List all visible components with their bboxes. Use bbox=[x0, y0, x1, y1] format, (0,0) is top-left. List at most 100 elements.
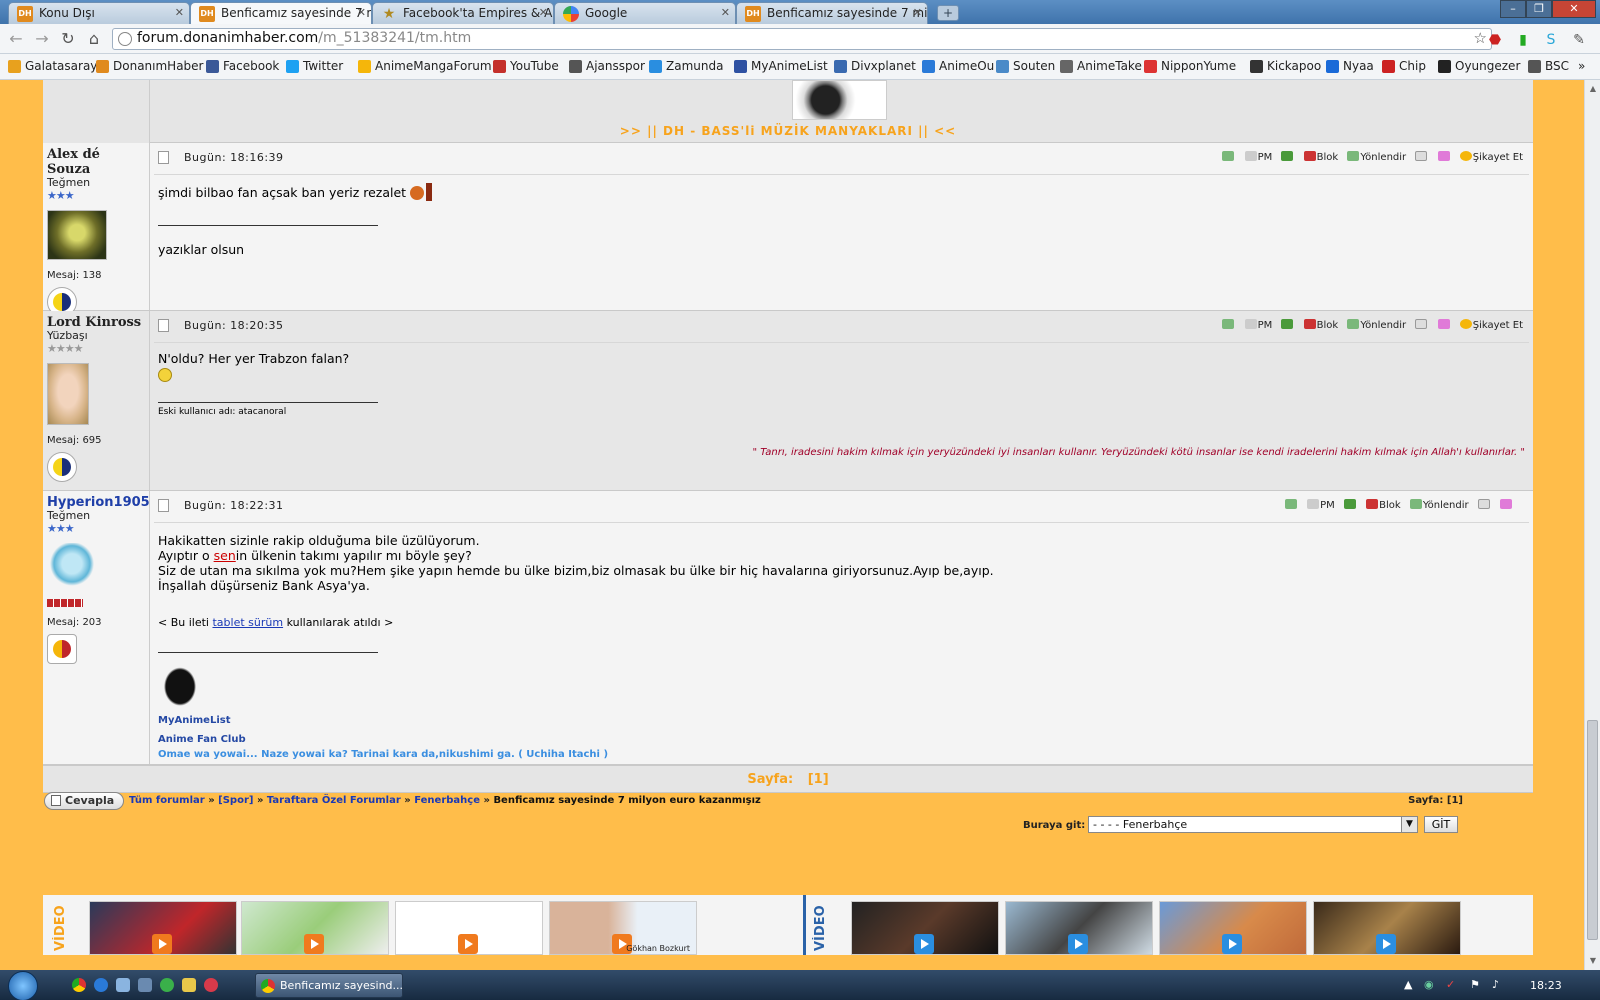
post-document-icon[interactable] bbox=[158, 319, 169, 332]
reply-button[interactable]: Cevapla bbox=[44, 792, 124, 810]
signal-bars-icon[interactable]: ▮ bbox=[1514, 31, 1532, 49]
video-thumb[interactable] bbox=[89, 901, 237, 955]
anime-fan-club-link[interactable]: Anime Fan Club bbox=[158, 732, 1525, 747]
tray-antivirus-icon[interactable]: ✓ bbox=[1446, 978, 1460, 992]
new-tab-button[interactable]: + bbox=[937, 5, 959, 21]
close-tab-icon[interactable]: ✕ bbox=[913, 6, 922, 19]
close-tab-icon[interactable]: ✕ bbox=[357, 6, 366, 19]
page-1-link[interactable]: [1] bbox=[808, 772, 829, 787]
address-bar[interactable]: forum.donanimhaber.com/m_51383241/tm.htm… bbox=[112, 28, 1492, 50]
forward-button[interactable]: Yönlendir bbox=[1347, 319, 1406, 331]
quote-icon[interactable] bbox=[1477, 499, 1491, 511]
username[interactable]: Lord Kinross bbox=[47, 315, 145, 330]
bookmark-divxplanet[interactable]: Divxplanet bbox=[834, 59, 916, 73]
close-tab-icon[interactable]: ✕ bbox=[539, 6, 548, 19]
close-window-icon[interactable]: ✕ bbox=[1552, 0, 1596, 18]
bookmarks-overflow-icon[interactable]: » bbox=[1578, 59, 1585, 73]
wrench-icon[interactable]: ✎ bbox=[1570, 31, 1588, 49]
bookmark-animeou[interactable]: AnimeOu bbox=[922, 59, 994, 73]
home-icon[interactable]: ⌂ bbox=[84, 29, 104, 49]
username[interactable]: Hyperion1905 bbox=[47, 495, 150, 510]
bookmark-ajansspor[interactable]: Ajansspor bbox=[569, 59, 645, 73]
reload-icon[interactable]: ↻ bbox=[58, 29, 78, 49]
banner-title[interactable]: >> || DH - BASS'li MÜZİK MANYAKLARI || <… bbox=[43, 124, 1533, 138]
tray-network-icon[interactable]: ◉ bbox=[1424, 978, 1438, 992]
bookmark-star-icon[interactable]: ☆ bbox=[1474, 29, 1487, 47]
adblock-icon[interactable]: ⬣ bbox=[1486, 31, 1504, 49]
media-icon[interactable] bbox=[138, 978, 152, 992]
crumb-all-forums[interactable]: Tüm forumlar bbox=[129, 795, 205, 806]
folder-icon[interactable] bbox=[1437, 319, 1451, 331]
bookmark-animemangaforum[interactable]: AnimeMangaForum bbox=[358, 59, 492, 73]
crumb-fenerbahce[interactable]: Fenerbahçe bbox=[414, 795, 480, 806]
bookmark-myanimelist[interactable]: MyAnimeList bbox=[734, 59, 828, 73]
avatar[interactable] bbox=[47, 210, 107, 260]
post-document-icon[interactable] bbox=[158, 499, 169, 512]
bookmark-chip[interactable]: Chip bbox=[1382, 59, 1426, 73]
tab-2[interactable]: DH Benficamız sayesinde 7 mil ✕ bbox=[190, 2, 372, 25]
tab-1[interactable]: DH Konu Dışı ✕ bbox=[8, 2, 190, 24]
forward-icon[interactable]: → bbox=[32, 29, 52, 49]
start-button[interactable] bbox=[8, 971, 38, 1000]
close-tab-icon[interactable]: ✕ bbox=[721, 6, 730, 19]
chevron-down-icon[interactable]: ▼ bbox=[1401, 817, 1417, 832]
back-icon[interactable]: ← bbox=[6, 29, 26, 49]
add-friend-icon[interactable] bbox=[1281, 151, 1294, 163]
tab-3[interactable]: ★ Facebook'ta Empires & Alli ✕ bbox=[372, 2, 554, 24]
bookmark-animetake[interactable]: AnimeTake bbox=[1060, 59, 1142, 73]
bookmark-bsc[interactable]: BSC bbox=[1528, 59, 1569, 73]
go-button[interactable]: GİT bbox=[1424, 816, 1458, 833]
add-friend-icon[interactable] bbox=[1343, 499, 1357, 511]
spellcheck-word[interactable]: sen bbox=[214, 548, 236, 563]
block-button[interactable]: Blok bbox=[1303, 151, 1338, 163]
quote-icon[interactable] bbox=[1415, 319, 1428, 331]
utorrent-icon[interactable] bbox=[160, 978, 174, 992]
pm-button[interactable]: PM bbox=[1244, 151, 1272, 163]
tray-arrow-icon[interactable]: ▲ bbox=[1404, 978, 1418, 992]
avatar[interactable] bbox=[47, 543, 97, 595]
explorer-icon[interactable] bbox=[116, 978, 130, 992]
email-action-icon[interactable] bbox=[1222, 151, 1235, 163]
maximize-icon[interactable]: ❐ bbox=[1526, 0, 1552, 18]
tablet-version-link[interactable]: tablet sürüm bbox=[212, 616, 283, 629]
bookmark-twitter[interactable]: Twitter bbox=[286, 59, 343, 73]
myanimelist-link[interactable]: MyAnimeList bbox=[158, 713, 1525, 728]
crumb-sport[interactable]: [Spor] bbox=[218, 795, 253, 806]
chrome-icon[interactable] bbox=[72, 978, 86, 992]
username[interactable]: Alex dé Souza bbox=[47, 147, 145, 177]
tab-4[interactable]: Google ✕ bbox=[554, 2, 736, 24]
ie-icon[interactable] bbox=[94, 978, 108, 992]
bookmark-galatasaray[interactable]: Galatasaray bbox=[8, 59, 97, 73]
pm-button[interactable]: PM bbox=[1244, 319, 1272, 331]
post-document-icon[interactable] bbox=[158, 151, 169, 164]
forward-button[interactable]: Yönlendir bbox=[1347, 151, 1406, 163]
report-button[interactable]: Şikayet Et bbox=[1459, 319, 1523, 331]
quote-icon[interactable] bbox=[1415, 151, 1428, 163]
bookmark-zamunda[interactable]: Zamunda bbox=[649, 59, 723, 73]
crumb-fan-forums[interactable]: Taraftara Özel Forumlar bbox=[267, 795, 401, 806]
tray-volume-icon[interactable]: ♪ bbox=[1492, 978, 1506, 992]
bookmark-facebook[interactable]: Facebook bbox=[206, 59, 279, 73]
scroll-up-icon[interactable]: ▲ bbox=[1588, 84, 1598, 94]
taskbar-clock[interactable]: 18:23 bbox=[1530, 979, 1562, 992]
bookmark-kickapoo[interactable]: Kickapoo bbox=[1250, 59, 1321, 73]
bookmark-youtube[interactable]: YouTube bbox=[493, 59, 559, 73]
skype-icon[interactable]: S bbox=[1542, 31, 1560, 49]
minimize-icon[interactable]: – bbox=[1500, 0, 1526, 18]
add-friend-icon[interactable] bbox=[1281, 319, 1294, 331]
block-button[interactable]: Blok bbox=[1303, 319, 1338, 331]
email-action-icon[interactable] bbox=[1284, 499, 1298, 511]
bookmark-souten[interactable]: Souten bbox=[996, 59, 1055, 73]
scroll-down-icon[interactable]: ▼ bbox=[1588, 956, 1598, 966]
avatar[interactable] bbox=[47, 363, 89, 425]
close-tab-icon[interactable]: ✕ bbox=[175, 6, 184, 19]
report-button[interactable]: Şikayet Et bbox=[1459, 151, 1523, 163]
tray-flag-icon[interactable]: ⚑ bbox=[1470, 978, 1484, 992]
video-thumb[interactable] bbox=[395, 901, 543, 955]
page-scrollbar[interactable]: ▲ ▼ bbox=[1584, 80, 1600, 970]
bookmark-nipponyume[interactable]: NipponYume bbox=[1144, 59, 1236, 73]
video-thumb[interactable] bbox=[1159, 901, 1307, 955]
video-thumb[interactable]: Gökhan Bozkurt bbox=[549, 901, 697, 955]
video-thumb[interactable] bbox=[1313, 901, 1461, 955]
video-thumb[interactable] bbox=[241, 901, 389, 955]
